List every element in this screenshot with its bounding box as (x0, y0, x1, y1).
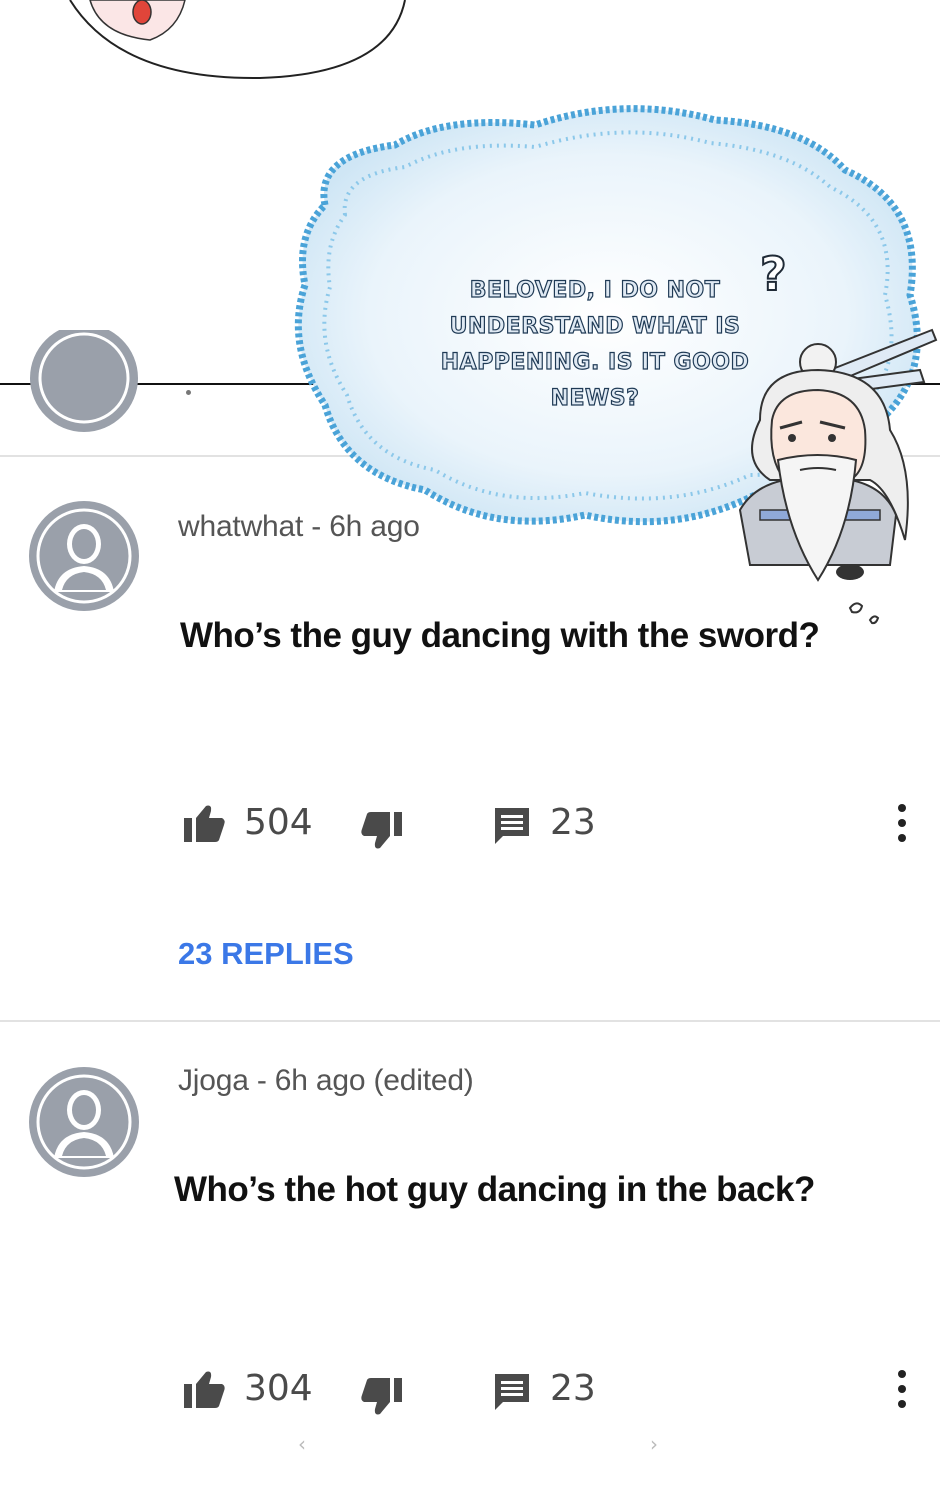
comment-actions: 504 23 (178, 800, 918, 850)
reply-count: 23 (550, 802, 596, 843)
default-user-avatar-icon (29, 501, 139, 611)
elder-character-illustration (700, 310, 940, 640)
thumbs-up-icon[interactable] (184, 1370, 226, 1414)
like-count: 504 (244, 802, 313, 843)
comment-divider (0, 1020, 940, 1022)
more-vertical-icon[interactable] (892, 802, 912, 846)
previous-dot (186, 390, 191, 395)
reply-count: 23 (550, 1368, 596, 1409)
thumbs-down-icon[interactable] (360, 1376, 402, 1420)
more-vertical-icon[interactable] (892, 1368, 912, 1412)
avatar[interactable] (28, 500, 140, 612)
thumbs-down-icon[interactable] (360, 810, 402, 854)
comment-author-line[interactable]: Jjoga - 6h ago (edited) (178, 1064, 474, 1098)
swipe-right-hint-icon: › (650, 1432, 658, 1456)
view-replies-link[interactable]: 23 REPLIES (178, 936, 354, 972)
avatar[interactable] (28, 1066, 140, 1178)
comment-icon[interactable] (493, 806, 531, 850)
comment-text: Who’s the hot guy dancing in the back? (174, 1170, 815, 1209)
default-user-avatar-icon (29, 1067, 139, 1177)
previous-avatar (28, 330, 140, 434)
question-mark-symbol: ? (759, 246, 788, 302)
comment-icon[interactable] (493, 1372, 531, 1416)
comment-actions: 304 23 (178, 1366, 918, 1416)
thumbs-up-icon[interactable] (184, 804, 226, 848)
swipe-left-hint-icon: ‹ (298, 1432, 306, 1456)
like-count: 304 (244, 1368, 313, 1409)
